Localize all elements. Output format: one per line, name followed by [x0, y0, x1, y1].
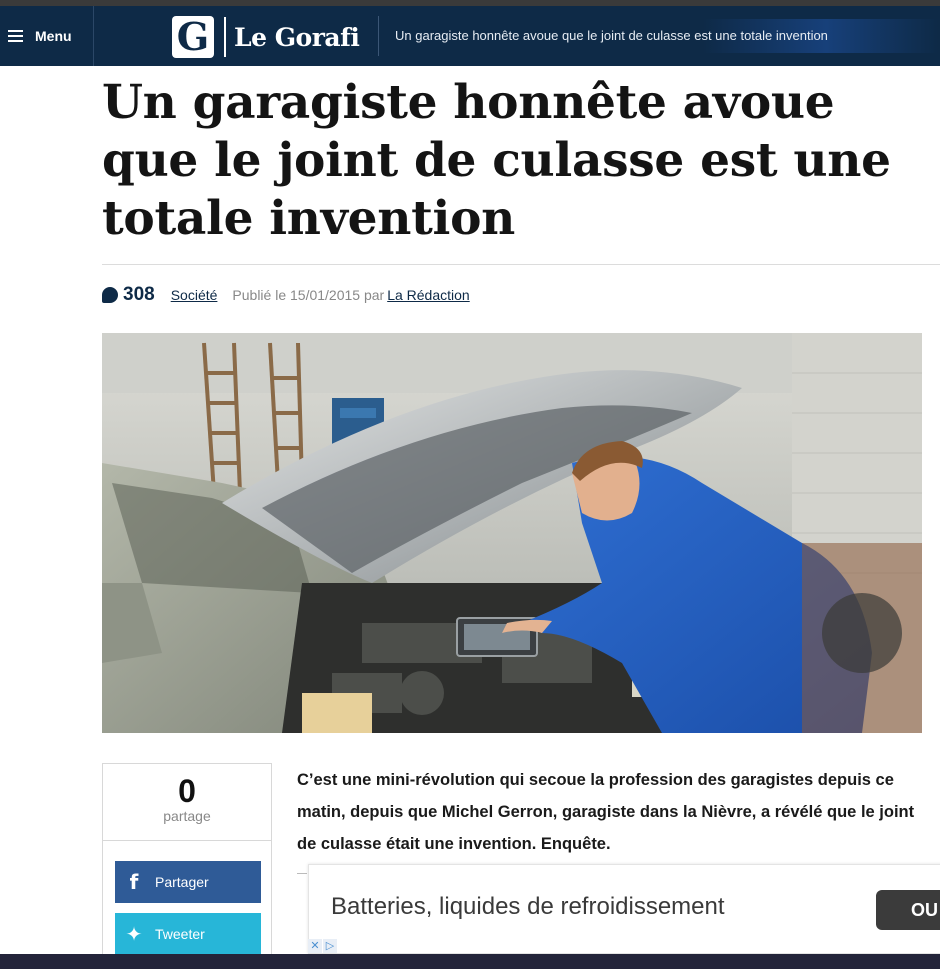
taskbar-strip — [0, 954, 940, 969]
menu-button[interactable]: Menu — [0, 6, 94, 66]
article-photo — [102, 333, 922, 733]
article-lead: C’est une mini-révolution qui secoue la … — [297, 771, 915, 853]
menu-label: Menu — [35, 28, 72, 44]
title-divider — [102, 264, 940, 265]
ad-cta-button[interactable]: OU — [876, 890, 940, 930]
category-link[interactable]: Société — [171, 287, 218, 303]
ad-banner[interactable]: Batteries, liquides de refroidissement O… — [308, 864, 940, 954]
site-header: Menu G Le Gorafi Un garagiste honnête av… — [0, 6, 940, 66]
share-count-label: partage — [163, 808, 211, 824]
ad-close-icon[interactable]: ✕ — [308, 939, 322, 953]
header-article-title: Un garagiste honnête avoue que le joint … — [378, 19, 938, 53]
comments-link[interactable]: 308 — [102, 284, 155, 306]
ad-choices[interactable]: ✕ ▷ — [308, 939, 337, 953]
comment-bubble-icon — [102, 287, 118, 303]
lead-divider — [297, 873, 307, 874]
ad-choices-icon[interactable]: ▷ — [323, 939, 337, 953]
comment-count: 308 — [123, 284, 155, 305]
logo-divider — [224, 17, 226, 57]
twitter-share-button[interactable]: ✦ Tweeter — [115, 913, 261, 955]
author-link[interactable]: La Rédaction — [387, 287, 470, 303]
twitter-bird-icon: ✦ — [125, 922, 143, 946]
share-counter: 0 partage — [103, 764, 271, 841]
logo-g-icon: G — [172, 16, 214, 58]
facebook-share-label: Partager — [155, 874, 209, 890]
facebook-share-button[interactable]: f Partager — [115, 861, 261, 903]
facebook-icon: f — [129, 870, 139, 894]
share-box: 0 partage f Partager ✦ Tweeter — [102, 763, 272, 955]
article-title: Un garagiste honnête avoue que le joint … — [102, 75, 891, 246]
article-meta: 308 Société Publié le 15/01/2015 par La … — [102, 282, 470, 308]
site-logo[interactable]: G Le Gorafi — [172, 16, 360, 58]
logo-text: Le Gorafi — [234, 22, 360, 52]
published-date: Publié le 15/01/2015 par — [232, 287, 385, 303]
hamburger-icon — [8, 30, 23, 42]
twitter-share-label: Tweeter — [155, 926, 205, 942]
ad-text: Batteries, liquides de refroidissement — [331, 893, 725, 920]
share-count: 0 — [178, 773, 196, 809]
mechanic-photo-illustration — [102, 333, 922, 733]
